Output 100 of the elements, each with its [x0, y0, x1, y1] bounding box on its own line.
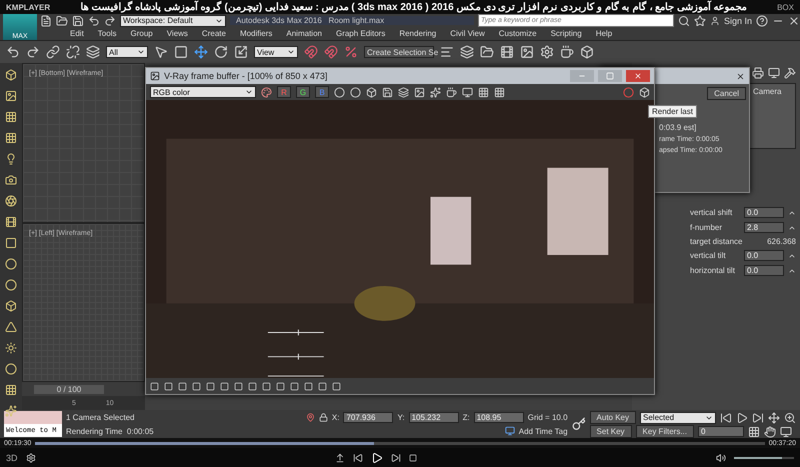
vfb-tool-icon[interactable]	[478, 86, 489, 98]
eject-icon[interactable]	[334, 452, 345, 462]
percent-snap-icon[interactable]	[344, 45, 358, 59]
spinner-field[interactable]: 0.0	[744, 207, 784, 218]
create-tool-icon[interactable]	[5, 90, 17, 102]
create-tool-icon[interactable]	[5, 258, 17, 270]
play-icon[interactable]	[370, 452, 383, 464]
align-icon[interactable]	[440, 45, 454, 59]
image-icon[interactable]	[520, 45, 534, 59]
create-tool-icon[interactable]	[5, 216, 17, 228]
create-tool-icon[interactable]	[5, 237, 17, 249]
create-tool-icon[interactable]	[5, 153, 17, 165]
workspace-dropdown[interactable]: Workspace: Default	[120, 14, 226, 26]
menu-item[interactable]: Scripting	[550, 29, 582, 38]
stop-icon[interactable]	[408, 454, 417, 462]
vfb-tool-icon[interactable]	[430, 86, 441, 98]
undo-icon[interactable]	[6, 45, 20, 59]
folder-icon[interactable]	[480, 45, 494, 59]
move-icon[interactable]	[194, 45, 208, 59]
save-icon[interactable]	[72, 14, 84, 26]
undo-icon[interactable]	[88, 14, 100, 26]
create-tool-icon[interactable]	[5, 111, 17, 123]
menu-item[interactable]: Customize	[498, 29, 537, 38]
previous-icon[interactable]	[352, 452, 363, 462]
menu-item[interactable]: Graph Editors	[336, 29, 386, 38]
add-time-tag-link[interactable]: Add Time Tag	[518, 426, 568, 436]
vfb-tool-icon[interactable]	[382, 86, 393, 98]
create-tool-icon[interactable]	[5, 321, 17, 333]
key-filters-button[interactable]: Key Filters...	[636, 425, 694, 438]
snap-icon[interactable]	[304, 45, 318, 59]
channel-dropdown[interactable]: RGB color	[150, 86, 256, 98]
lock-icon[interactable]	[318, 413, 328, 422]
menu-item[interactable]: Animation	[286, 29, 322, 38]
vfb-tool-icon[interactable]	[462, 86, 473, 98]
link-icon[interactable]	[46, 45, 60, 59]
create-tool-icon[interactable]	[5, 384, 17, 396]
menu-item[interactable]: Create	[202, 29, 226, 38]
coordinate-field[interactable]: 105.232	[408, 412, 459, 423]
create-tool-icon[interactable]	[5, 279, 17, 291]
seek-bar[interactable]	[35, 442, 765, 444]
selection-filter-dropdown[interactable]: All	[106, 46, 148, 58]
listener-input[interactable]	[4, 411, 62, 424]
menu-item[interactable]: Group	[130, 29, 153, 38]
new-file-icon[interactable]	[40, 14, 52, 26]
maximize-viewport-icon[interactable]	[780, 426, 792, 438]
star-icon[interactable]	[694, 14, 706, 26]
3d-mode-button[interactable]: 3D	[6, 452, 18, 462]
coordinate-field[interactable]: 707.936	[343, 412, 394, 423]
menu-item[interactable]: Rendering	[399, 29, 436, 38]
create-tool-icon[interactable]	[5, 174, 17, 186]
region-icon[interactable]	[174, 45, 188, 59]
set-key-button[interactable]: Set Key	[590, 425, 632, 438]
cancel-button[interactable]: Cancel	[707, 87, 746, 100]
skip-back-icon[interactable]	[720, 412, 732, 424]
vfb-tool-icon[interactable]	[494, 86, 505, 98]
redo-icon[interactable]	[104, 14, 116, 26]
stop-render-icon[interactable]	[623, 86, 634, 98]
unlink-icon[interactable]	[66, 45, 80, 59]
create-tool-icon[interactable]	[5, 342, 17, 354]
frame-counter[interactable]: 0 / 100	[34, 384, 104, 394]
open-folder-icon[interactable]	[56, 14, 68, 26]
sign-in-link[interactable]: Sign In	[724, 16, 752, 26]
help-icon[interactable]	[756, 14, 768, 26]
printer-icon[interactable]	[752, 67, 764, 79]
menu-item[interactable]: Views	[166, 29, 188, 38]
redo-icon[interactable]	[26, 45, 40, 59]
menu-item[interactable]: Tools	[98, 29, 116, 38]
play-icon[interactable]	[736, 412, 748, 424]
menu-item[interactable]: Modifiers	[240, 29, 272, 38]
monitor-icon[interactable]	[768, 67, 780, 79]
user-icon[interactable]	[710, 16, 720, 26]
auto-key-button[interactable]: Auto Key	[590, 411, 636, 424]
channel-button[interactable]: G	[296, 86, 310, 98]
angle-snap-icon[interactable]	[324, 45, 338, 59]
create-tool-icon[interactable]	[5, 69, 17, 81]
hand-icon[interactable]	[764, 426, 776, 438]
list-item[interactable]: Camera	[753, 87, 782, 96]
volume-icon[interactable]	[716, 452, 726, 462]
skip-forward-icon[interactable]	[752, 412, 764, 424]
vfb-tool-icon[interactable]	[334, 86, 345, 98]
select-icon[interactable]	[154, 45, 168, 59]
create-tool-icon[interactable]	[5, 195, 17, 207]
close-icon[interactable]	[736, 72, 745, 80]
gear-icon[interactable]	[540, 45, 554, 59]
menu-item[interactable]: Edit	[70, 29, 84, 38]
vfb-tool-icon[interactable]	[446, 86, 457, 98]
create-tool-icon[interactable]	[5, 363, 17, 375]
zoom-icon[interactable]	[784, 412, 796, 424]
menu-item[interactable]: Help	[596, 29, 612, 38]
rotate-icon[interactable]	[214, 45, 228, 59]
spinner-field[interactable]: 0.0	[744, 265, 784, 276]
palette-icon[interactable]	[261, 86, 272, 98]
pin-icon[interactable]	[306, 413, 315, 422]
create-tool-icon[interactable]	[5, 132, 17, 144]
key-icon[interactable]	[572, 417, 586, 431]
vfb-tool-icon[interactable]	[414, 86, 425, 98]
coordinate-field[interactable]: 108.95	[474, 412, 524, 423]
key-mode-dropdown[interactable]: Selected	[640, 412, 716, 424]
pan-icon[interactable]	[768, 412, 780, 424]
frame-field[interactable]: 0	[698, 426, 744, 437]
